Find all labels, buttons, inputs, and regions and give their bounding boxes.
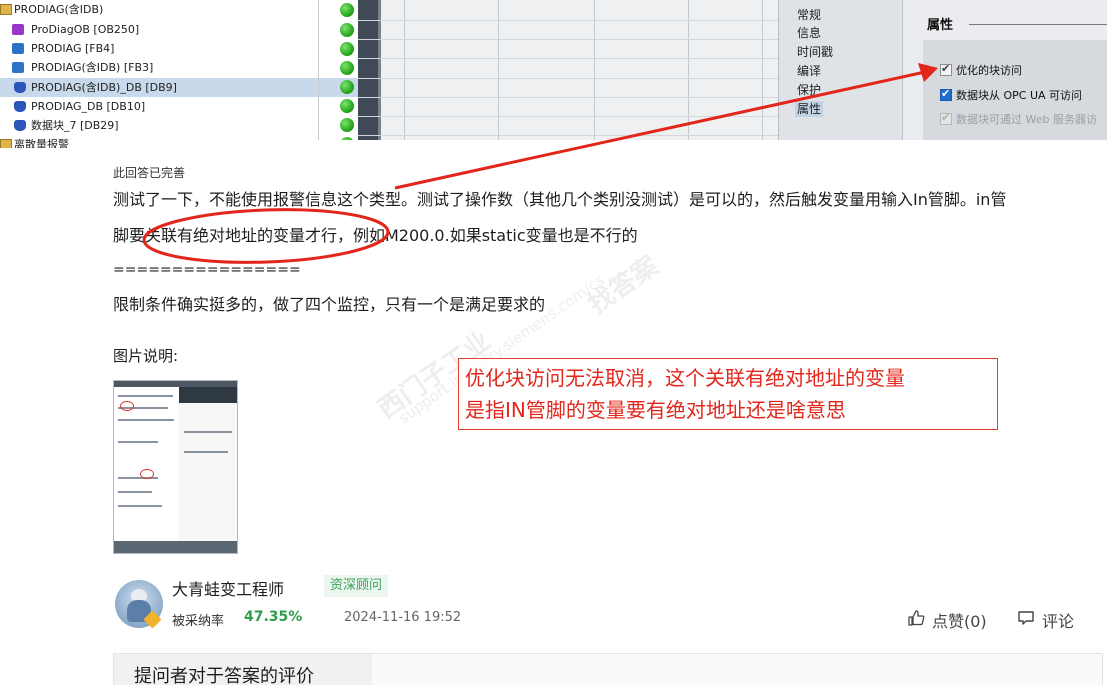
online-status-icon	[340, 3, 354, 17]
answer-line-1: 测试了一下，不能使用报警信息这个类型。测试了操作数（其他几个类别没测试）是可以的…	[113, 190, 1007, 209]
tree-row-label: PRODIAG_DB [DB10]	[31, 100, 146, 113]
tree-row-prodiag-db9[interactable]: PRODIAG(含IDB)_DB [DB9]	[0, 78, 358, 97]
online-status-icon	[340, 80, 354, 94]
divider	[969, 24, 1107, 25]
callout-line-2: 是指IN管脚的变量要有绝对地址还是啥意思	[465, 398, 846, 422]
thumbs-up-icon	[906, 609, 926, 631]
grid-dark-band	[358, 0, 378, 148]
online-status-icon	[340, 118, 354, 132]
attributes-title: 属性	[927, 18, 954, 33]
project-tree: PRODIAG(含IDB) ProDiagOB [OB250] PRODIAG …	[0, 0, 358, 148]
tree-row-label: PRODIAG(含IDB)_DB [DB9]	[31, 81, 177, 94]
comment-label: 评论	[1042, 612, 1075, 631]
tree-row-label: PRODIAG [FB4]	[31, 42, 115, 55]
folder-icon	[0, 139, 12, 148]
evaluation-tab[interactable]: 提问者对于答案的评价	[114, 654, 372, 685]
tree-row-prodiagob[interactable]: ProDiagOB [OB250]	[0, 20, 358, 39]
tree-row-label: PRODIAG(含IDB)	[14, 3, 104, 16]
annotation-callout: 优化块访问无法取消，这个关联有绝对地址的变量 是指IN管脚的变量要有绝对地址还是…	[458, 358, 998, 430]
tree-row-prodiag-fb3[interactable]: PRODIAG(含IDB) [FB3]	[0, 58, 358, 77]
attached-image-thumbnail[interactable]	[113, 380, 238, 554]
fb-block-icon	[12, 62, 24, 73]
nav-item-attributes[interactable]: 属性	[795, 101, 824, 117]
like-button[interactable]: 点赞(0)	[906, 608, 987, 632]
checkbox-label: 数据块从 OPC UA 可访问	[956, 89, 1083, 102]
comment-button[interactable]: 评论	[1016, 608, 1074, 632]
nav-item-general[interactable]: 常规	[797, 7, 821, 23]
online-status-icon	[340, 42, 354, 56]
db-block-icon	[14, 82, 26, 93]
checkbox-label: 数据块可通过 Web 服务器访	[956, 113, 1097, 126]
like-label: 点赞(0)	[932, 612, 987, 631]
evaluation-title: 提问者对于答案的评价	[134, 666, 314, 685]
comment-icon	[1016, 609, 1036, 631]
checkbox-icon: ✔	[940, 111, 952, 125]
nav-item-info[interactable]: 信息	[797, 25, 821, 41]
checkbox-optimized-access[interactable]: ✔ 优化的块访问	[940, 62, 1022, 79]
tree-row-prodiag-db10[interactable]: PRODIAG_DB [DB10]	[0, 97, 358, 116]
answer-separator: ================	[113, 262, 301, 278]
answer-line-2: 脚要关联有绝对地址的变量才行，例如M200.0.如果static变量也是不行的	[113, 226, 638, 245]
db-block-icon	[14, 101, 26, 112]
checkbox-icon[interactable]: ✔	[940, 62, 952, 76]
nav-item-timestamp[interactable]: 时间戳	[797, 44, 833, 60]
ob-block-icon	[12, 24, 24, 35]
checkbox-opc-ua[interactable]: ✔ 数据块从 OPC UA 可访问	[940, 87, 1083, 104]
accept-rate-label: 被采纳率	[172, 614, 225, 629]
checkbox-label: 优化的块访问	[956, 64, 1022, 77]
answer-line-3: 限制条件确实挺多的，做了四个监控，只有一个是满足要求的	[113, 295, 546, 314]
tree-row-label: ProDiagOB [OB250]	[31, 23, 140, 36]
tree-row-label: PRODIAG(含IDB) [FB3]	[31, 61, 154, 74]
tree-row-db29[interactable]: 数据块_7 [DB29]	[0, 116, 358, 135]
tia-portal-screenshot: PRODIAG(含IDB) ProDiagOB [OB250] PRODIAG …	[0, 0, 1107, 148]
properties-nav: 常规 信息 时间戳 编译 保护 属性	[778, 0, 902, 148]
db-block-icon	[14, 120, 26, 131]
checkbox-web-server: ✔ 数据块可通过 Web 服务器访	[940, 111, 1097, 128]
editor-grid	[358, 0, 778, 148]
fb-block-icon	[12, 43, 24, 54]
evaluation-section: 提问者对于答案的评价	[113, 653, 1103, 685]
online-status-icon	[340, 61, 354, 75]
nav-item-compile[interactable]: 编译	[797, 63, 821, 79]
tree-row-prodiag-fb4[interactable]: PRODIAG [FB4]	[0, 39, 358, 58]
accept-rate-value: 47.35%	[244, 609, 303, 625]
column-divider	[318, 0, 319, 148]
online-status-icon	[340, 99, 354, 113]
tree-row-label: 离散量报警	[14, 138, 69, 148]
grid-band-edge	[378, 0, 381, 148]
callout-line-1: 优化块访问无法取消，这个关联有绝对地址的变量	[465, 366, 905, 390]
author-name[interactable]: 大青蛙变工程师	[172, 576, 284, 600]
image-caption: 图片说明:	[113, 347, 179, 365]
answer-card: 此回答已完善 测试了一下，不能使用报警信息这个类型。测试了操作数（其他几个类别没…	[88, 140, 1107, 685]
checkbox-icon[interactable]: ✔	[940, 87, 952, 101]
tree-row-label: 数据块_7 [DB29]	[31, 119, 119, 132]
author-title-badge: 资深顾问	[324, 575, 389, 597]
online-status-icon	[340, 23, 354, 37]
answer-status: 此回答已完善	[113, 166, 186, 180]
nav-item-protection[interactable]: 保护	[797, 82, 821, 98]
folder-icon	[0, 4, 12, 15]
tree-row-prodiag-folder[interactable]: PRODIAG(含IDB)	[0, 0, 358, 19]
post-time: 2024-11-16 19:52	[344, 610, 462, 625]
